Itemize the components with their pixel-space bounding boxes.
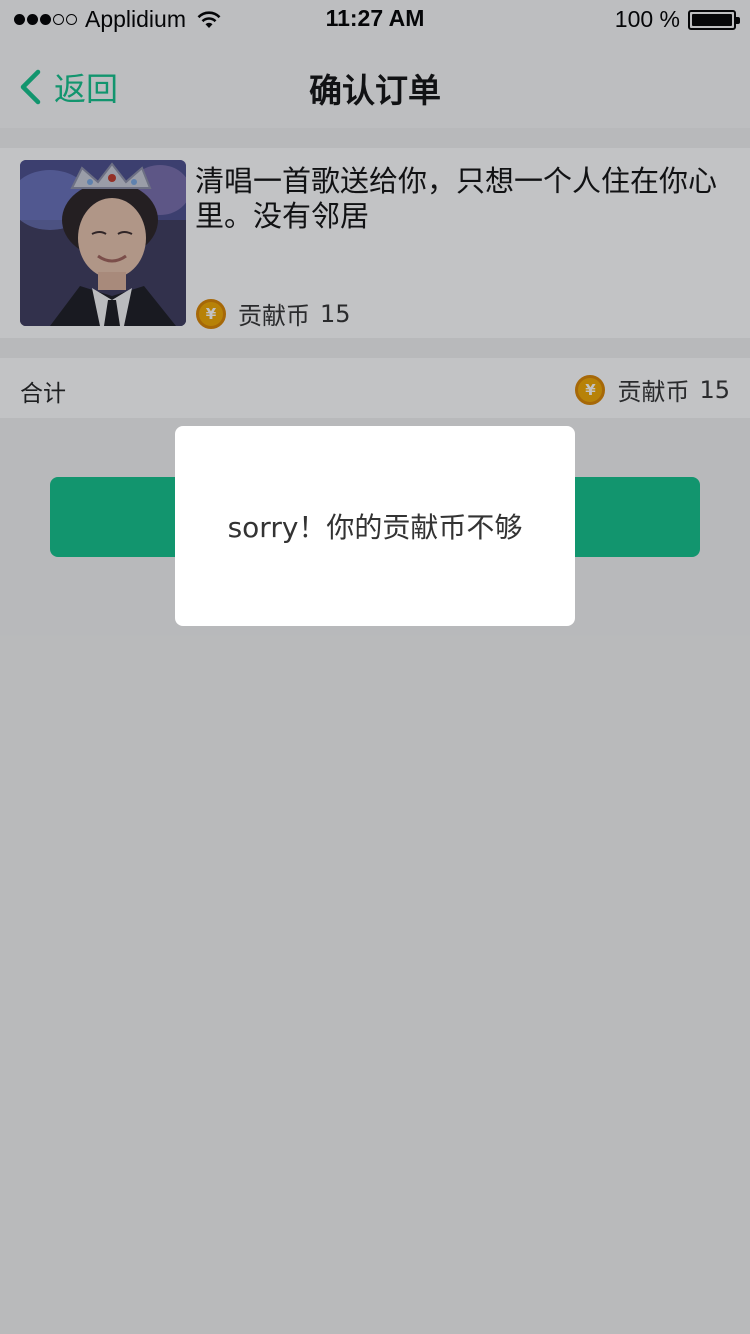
modal-overlay[interactable]: [0, 0, 750, 1334]
alert-dialog[interactable]: sorry！你的贡献币不够: [175, 426, 575, 626]
alert-message: sorry！你的贡献币不够: [227, 511, 523, 544]
